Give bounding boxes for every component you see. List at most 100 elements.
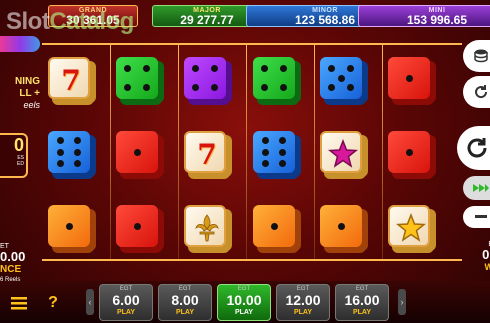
bets-left-arrow[interactable]: ‹ bbox=[86, 289, 94, 315]
blue-die bbox=[253, 131, 303, 181]
bet-value: 0.00 bbox=[0, 249, 26, 264]
free-spins-counter: 0 ES ED bbox=[0, 133, 28, 178]
red-die bbox=[388, 57, 438, 107]
die-pip bbox=[133, 148, 141, 156]
stack-button[interactable] bbox=[463, 40, 490, 72]
bet-option-1[interactable]: EGT 6.00 PLAY bbox=[99, 284, 153, 321]
reels-grid: 77 bbox=[42, 43, 462, 261]
bet-amount: 8.00 bbox=[171, 292, 199, 308]
die-face bbox=[388, 205, 430, 247]
bet-play-label: PLAY bbox=[116, 309, 136, 316]
die-pip bbox=[192, 84, 199, 91]
green-die bbox=[253, 57, 303, 107]
die-pip bbox=[57, 137, 64, 144]
bottom-bar: ? ‹ EGT 6.00 PLAY EGT 8.00 PLAY EGT 10.00 PLAY EG… bbox=[0, 281, 490, 323]
die-face bbox=[253, 205, 295, 247]
game-title-line1: NING bbox=[15, 76, 40, 87]
free-spins-number: 0 bbox=[13, 135, 24, 155]
hamburger-menu-icon[interactable] bbox=[10, 294, 28, 312]
reel-separator bbox=[314, 45, 315, 259]
bet-play-label: PLAY bbox=[175, 309, 195, 316]
orange-die bbox=[48, 205, 98, 255]
bet-option-3[interactable]: EGT 10.00 PLAY bbox=[217, 284, 271, 321]
die-pip bbox=[405, 74, 413, 82]
game-title-line2: LL + bbox=[19, 88, 40, 99]
orange-die bbox=[253, 205, 303, 255]
game-subtitle: eels bbox=[23, 100, 40, 110]
question-mark-icon[interactable]: ? bbox=[44, 294, 62, 312]
reel-separator bbox=[382, 45, 383, 259]
die-pip bbox=[279, 148, 286, 156]
reel-separator bbox=[110, 45, 111, 259]
die-pip bbox=[192, 65, 199, 72]
turbo-button[interactable] bbox=[463, 176, 490, 200]
refresh-icon bbox=[475, 85, 488, 99]
bet-play-label: PLAY bbox=[234, 309, 254, 316]
die-pip bbox=[124, 84, 131, 91]
die-face bbox=[253, 131, 295, 173]
die-pip bbox=[143, 84, 150, 91]
die-pip bbox=[405, 148, 413, 156]
die-pip bbox=[57, 160, 64, 167]
jackpot-mini: MINI 153 996.65 bbox=[358, 5, 490, 27]
red-die bbox=[116, 205, 166, 255]
fast-forward-icon bbox=[473, 184, 489, 192]
die-pip bbox=[328, 84, 335, 91]
jackpot-mini-value: 153 996.65 bbox=[406, 13, 468, 27]
spin-button[interactable] bbox=[457, 126, 490, 170]
die-pip bbox=[347, 84, 354, 91]
die-pip bbox=[280, 84, 287, 91]
bet-amount: 12.00 bbox=[285, 292, 321, 308]
purple-die bbox=[184, 57, 234, 107]
watermark-part-a: Slot bbox=[6, 8, 50, 35]
die-face bbox=[388, 57, 430, 99]
coin-stack-icon bbox=[474, 49, 488, 63]
die-pip bbox=[262, 160, 269, 167]
die-pip bbox=[74, 160, 81, 167]
die-pip bbox=[261, 84, 268, 91]
die-pip bbox=[57, 148, 64, 156]
die-face bbox=[48, 131, 90, 173]
bet-amount: 10.00 bbox=[226, 292, 262, 308]
die-pip bbox=[337, 222, 345, 230]
autoplay-button[interactable] bbox=[463, 76, 490, 108]
die-face bbox=[184, 57, 226, 99]
blue-die bbox=[48, 131, 98, 181]
reel-separator bbox=[246, 45, 247, 259]
white-die bbox=[388, 205, 438, 255]
die-face: 7 bbox=[184, 131, 226, 173]
bets-right-arrow[interactable]: › bbox=[398, 289, 406, 315]
right-controls: E 0. W bbox=[455, 36, 490, 286]
die-pip bbox=[262, 148, 269, 156]
decrease-bet-button[interactable] bbox=[463, 206, 490, 228]
magenta-star-symbol bbox=[322, 133, 364, 175]
die-pip bbox=[211, 84, 218, 91]
orange-die bbox=[320, 205, 370, 255]
die-pip bbox=[211, 65, 218, 72]
die-face bbox=[116, 57, 158, 99]
die-face: 7 bbox=[48, 57, 90, 99]
bet-play-label: PLAY bbox=[293, 309, 313, 316]
bet-option-4[interactable]: EGT 12.00 PLAY bbox=[276, 284, 330, 321]
white-die: 7 bbox=[48, 57, 98, 107]
seven-symbol: 7 bbox=[197, 137, 217, 171]
spin-icon bbox=[467, 138, 487, 158]
red-die bbox=[388, 131, 438, 181]
watermark: SlotCatalog bbox=[6, 8, 134, 36]
bet-amount: 16.00 bbox=[344, 292, 380, 308]
bet-option-2[interactable]: EGT 8.00 PLAY bbox=[158, 284, 212, 321]
bet-play-label: PLAY bbox=[352, 309, 372, 316]
game-logo bbox=[0, 36, 40, 52]
bet-amount: 6.00 bbox=[112, 292, 140, 308]
bet-info: ET 0.00 NCE 6 Reels bbox=[0, 243, 40, 283]
game-stage: GRAND 30 361.05 MAJOR 29 277.77 MINOR 12… bbox=[0, 0, 490, 323]
die-pip bbox=[337, 74, 345, 82]
white-die bbox=[320, 131, 370, 181]
left-info-panel: NING LL + eels 0 ES ED ET 0.00 NCE 6 Ree… bbox=[0, 36, 40, 286]
die-face bbox=[320, 205, 362, 247]
die-face bbox=[388, 131, 430, 173]
minus-icon bbox=[475, 215, 487, 218]
win-sub: W bbox=[484, 262, 490, 272]
bet-option-5[interactable]: EGT 16.00 PLAY bbox=[335, 284, 389, 321]
die-pip bbox=[279, 137, 286, 144]
